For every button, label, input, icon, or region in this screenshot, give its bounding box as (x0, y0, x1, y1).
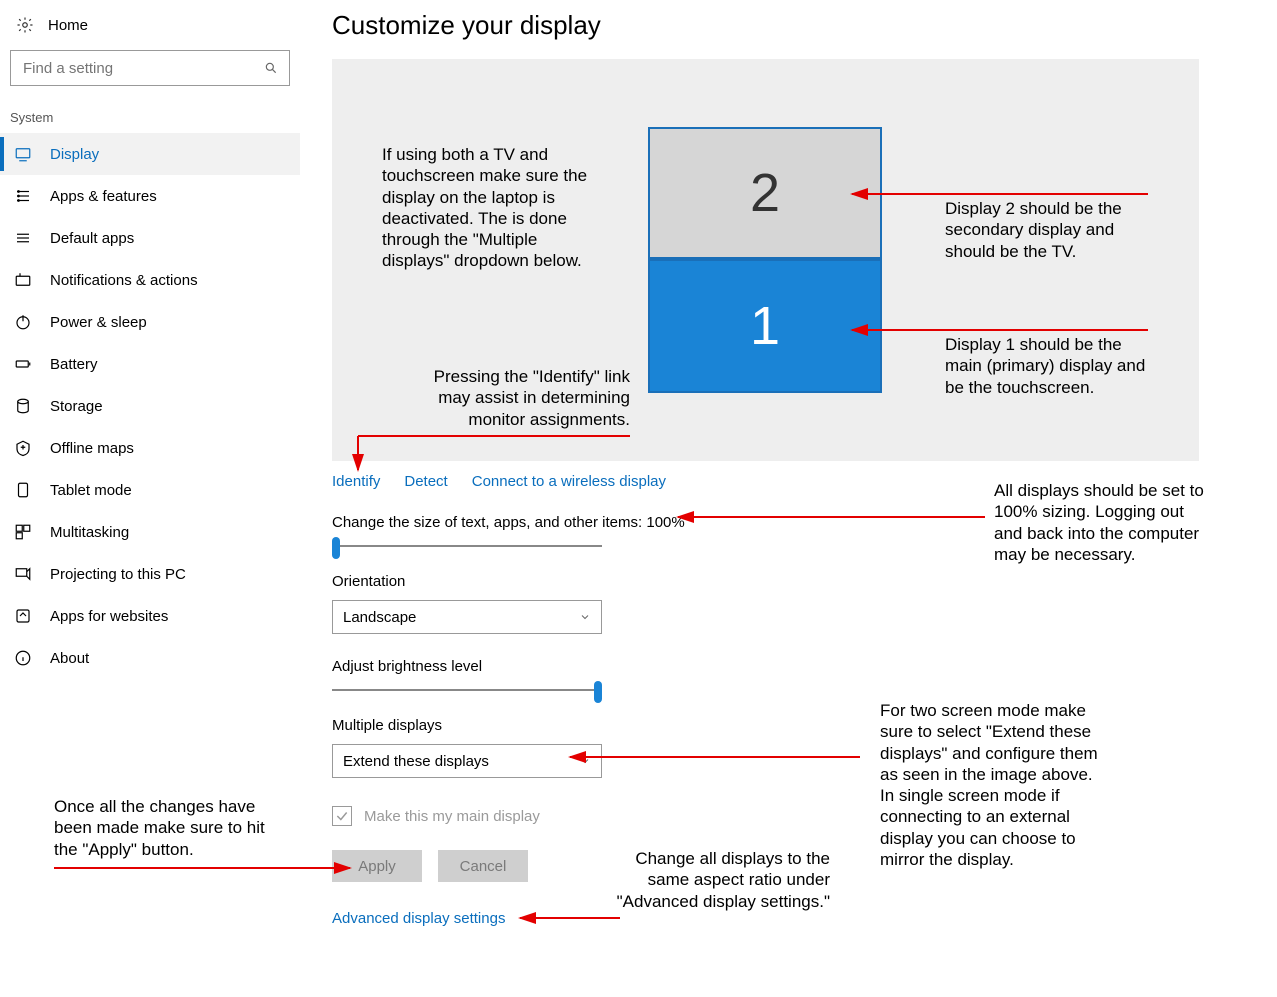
annotation-text: Pressing the "Identify" link may assist … (430, 366, 630, 430)
search-icon (264, 61, 278, 75)
sidebar-item-label: Tablet mode (50, 482, 132, 499)
brightness-slider[interactable] (332, 687, 602, 693)
monitor-1-label: 1 (750, 295, 780, 357)
home-link[interactable]: Home (0, 8, 300, 42)
annotation-text: Display 2 should be the secondary displa… (945, 198, 1145, 262)
cancel-button[interactable]: Cancel (438, 850, 528, 882)
brightness-label: Adjust brightness level (332, 658, 1277, 675)
sidebar-item-power-sleep[interactable]: Power & sleep (0, 301, 300, 343)
main-display-checkbox-label: Make this my main display (364, 808, 540, 825)
nav-icon (14, 397, 32, 415)
sidebar-item-offline-maps[interactable]: Offline maps (0, 427, 300, 469)
nav-icon (14, 355, 32, 373)
nav-icon (14, 271, 32, 289)
sidebar-item-battery[interactable]: Battery (0, 343, 300, 385)
nav-icon (14, 523, 32, 541)
chevron-down-icon (579, 611, 591, 623)
multiple-displays-label: Multiple displays (332, 717, 1277, 734)
sidebar-item-projecting-to-this-pc[interactable]: Projecting to this PC (0, 553, 300, 595)
nav-icon (14, 187, 32, 205)
monitor-1[interactable]: 1 (648, 259, 882, 393)
sidebar-item-label: Offline maps (50, 440, 134, 457)
sidebar-item-label: Apps for websites (50, 608, 168, 625)
sidebar-item-label: Notifications & actions (50, 272, 198, 289)
detect-link[interactable]: Detect (404, 473, 447, 490)
main-display-checkbox[interactable] (332, 806, 352, 826)
sidebar-item-label: About (50, 650, 89, 667)
orientation-value: Landscape (343, 609, 416, 626)
sidebar-item-label: Battery (50, 356, 98, 373)
multiple-displays-select[interactable]: Extend these displays (332, 744, 602, 778)
sidebar-item-apps-features[interactable]: Apps & features (0, 175, 300, 217)
sidebar-item-label: Display (50, 146, 99, 163)
wireless-display-link[interactable]: Connect to a wireless display (472, 473, 666, 490)
orientation-select[interactable]: Landscape (332, 600, 602, 634)
sidebar-item-tablet-mode[interactable]: Tablet mode (0, 469, 300, 511)
sidebar-item-notifications-actions[interactable]: Notifications & actions (0, 259, 300, 301)
sidebar-item-label: Apps & features (50, 188, 157, 205)
nav-icon (14, 313, 32, 331)
search-input[interactable] (10, 50, 290, 86)
main-display-checkbox-row: Make this my main display (332, 806, 1277, 826)
nav-icon (14, 145, 32, 163)
sidebar-item-multitasking[interactable]: Multitasking (0, 511, 300, 553)
nav-icon (14, 481, 32, 499)
annotation-text: All displays should be set to 100% sizin… (994, 480, 1214, 565)
nav-icon (14, 439, 32, 457)
nav-icon (14, 565, 32, 583)
sidebar-item-label: Power & sleep (50, 314, 147, 331)
identify-link[interactable]: Identify (332, 473, 380, 490)
sidebar-item-default-apps[interactable]: Default apps (0, 217, 300, 259)
section-header: System (0, 86, 300, 133)
sidebar-item-display[interactable]: Display (0, 133, 300, 175)
orientation-label: Orientation (332, 573, 1277, 590)
sidebar-item-about[interactable]: About (0, 637, 300, 679)
sidebar-item-label: Projecting to this PC (50, 566, 186, 583)
sidebar-item-label: Multitasking (50, 524, 129, 541)
nav-icon (14, 229, 32, 247)
gear-icon (16, 16, 34, 34)
annotation-text: If using both a TV and touchscreen make … (382, 144, 602, 272)
page-title: Customize your display (332, 10, 1277, 41)
nav-icon (14, 649, 32, 667)
annotation-text: Display 1 should be the main (primary) d… (945, 334, 1155, 398)
multiple-displays-value: Extend these displays (343, 753, 489, 770)
annotation-text: For two screen mode make sure to select … (880, 700, 1100, 870)
annotation-text: Change all displays to the same aspect r… (610, 848, 830, 912)
nav-icon (14, 607, 32, 625)
annotation-text: Once all the changes have been made make… (54, 796, 284, 860)
apply-button[interactable]: Apply (332, 850, 422, 882)
chevron-down-icon (579, 755, 591, 767)
sidebar-item-apps-for-websites[interactable]: Apps for websites (0, 595, 300, 637)
home-label: Home (48, 17, 88, 34)
advanced-display-settings-link[interactable]: Advanced display settings (332, 910, 1277, 927)
text-size-slider[interactable] (332, 543, 602, 549)
sidebar-item-label: Default apps (50, 230, 134, 247)
sidebar-item-storage[interactable]: Storage (0, 385, 300, 427)
sidebar-item-label: Storage (50, 398, 103, 415)
monitor-2-label: 2 (750, 162, 780, 224)
monitor-2[interactable]: 2 (648, 127, 882, 259)
